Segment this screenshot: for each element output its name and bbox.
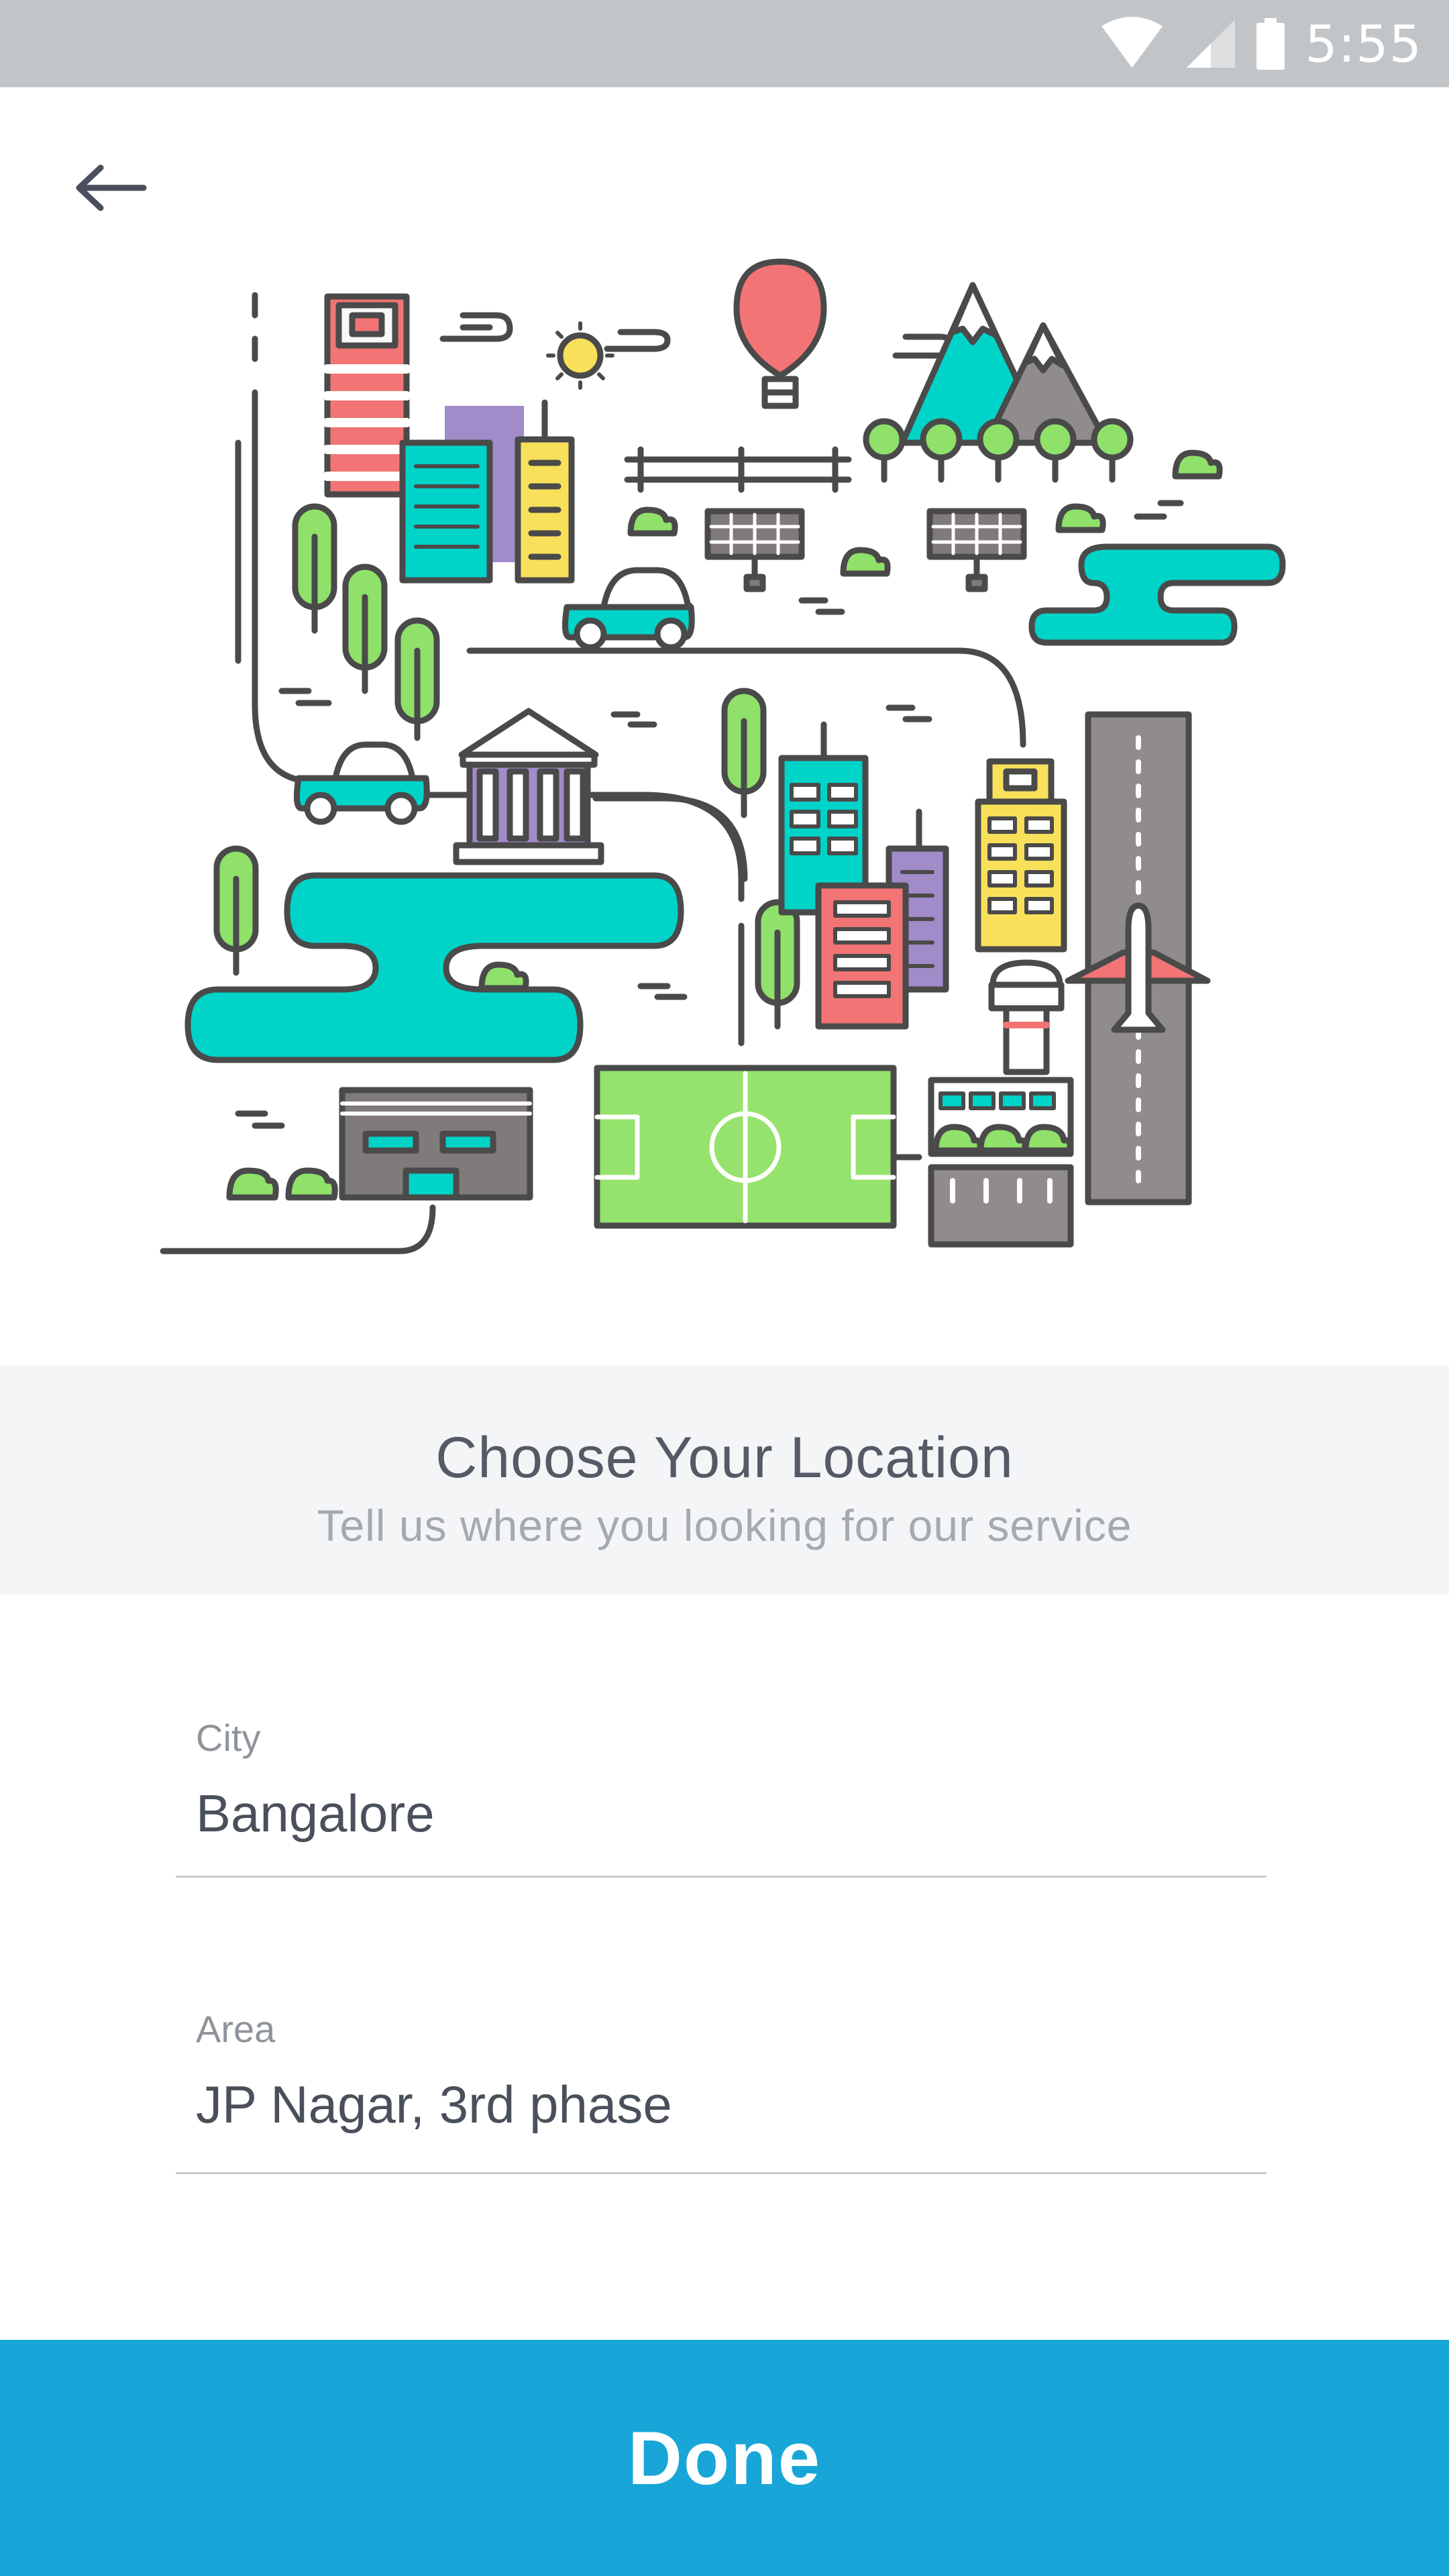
page-title: Choose Your Location [435,1426,1014,1490]
wifi-icon [1102,17,1163,68]
control-tower [928,959,1074,1248]
fence [624,446,852,493]
coral-tower [323,293,411,498]
pond-top [1028,543,1286,646]
museum-building [453,708,604,865]
yellow-tower [515,399,575,584]
car-left [293,741,430,825]
area-input[interactable] [196,2068,1242,2141]
turquoise-tower [399,439,493,584]
car-top [561,567,695,651]
city-input[interactable] [196,1776,1242,1850]
soccer-field [594,1065,897,1229]
city-label: City [196,1717,261,1759]
signal-icon [1187,19,1236,68]
area-field[interactable]: Area [176,2000,1267,2175]
city-underline [176,1876,1267,1878]
done-button[interactable]: Done [0,2340,1449,2576]
warehouse-building [339,1087,533,1201]
page-subtitle: Tell us where you looking for our servic… [317,1501,1132,1550]
battery-icon [1256,18,1285,70]
status-bar: 5:55 [0,0,1449,87]
heading-section: Choose Your Location Tell us where you l… [0,1366,1449,1595]
balloon-icon [733,258,827,409]
area-underline [176,2172,1267,2174]
status-time: 5:55 [1305,13,1422,74]
city-map-illustration [160,258,1286,1254]
sun-icon [546,321,614,390]
pond-left [184,872,684,1063]
status-icons: 5:55 [1100,0,1422,87]
coral-building [815,882,909,1030]
mountains [899,282,1110,446]
area-label: Area [196,2008,276,2050]
yellow-building [975,758,1067,953]
city-field[interactable]: City [176,1709,1267,1884]
